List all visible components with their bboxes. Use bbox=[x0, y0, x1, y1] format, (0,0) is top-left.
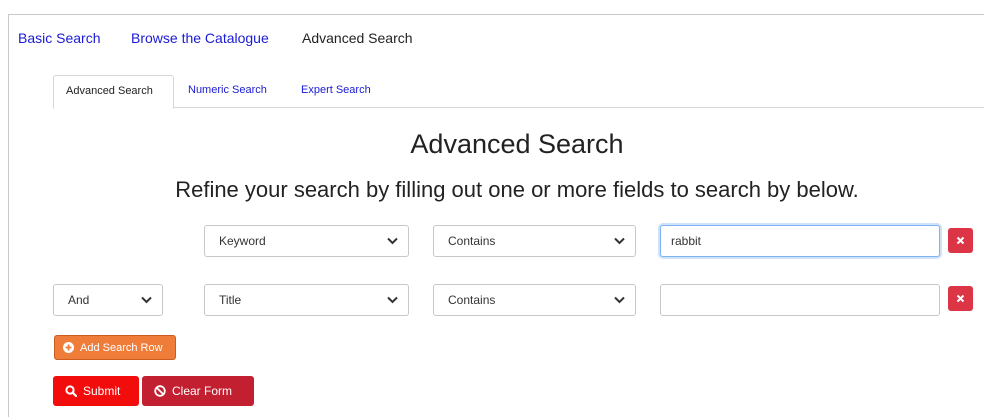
chevron-down-icon bbox=[387, 285, 398, 315]
add-search-row-label: Add Search Row bbox=[80, 341, 163, 354]
tab-advanced-search[interactable]: Advanced Search bbox=[53, 75, 174, 109]
search-icon bbox=[65, 385, 77, 397]
tab-expert-search[interactable]: Expert Search bbox=[289, 75, 383, 108]
nav-advanced-search-current: Advanced Search bbox=[302, 30, 413, 46]
row2-match-value: Contains bbox=[448, 293, 496, 307]
close-icon bbox=[956, 290, 965, 308]
page-subtitle: Refine your search by filling out one or… bbox=[175, 177, 859, 202]
chevron-down-icon bbox=[614, 226, 625, 256]
submit-label: Submit bbox=[83, 384, 121, 398]
plus-circle-icon bbox=[63, 342, 74, 353]
row1-match-value: Contains bbox=[448, 234, 496, 248]
row1-remove-button[interactable] bbox=[948, 228, 973, 253]
submit-button[interactable]: Submit bbox=[53, 376, 139, 406]
row1-value-input[interactable] bbox=[660, 225, 940, 257]
row2-field-select[interactable]: Title bbox=[204, 284, 409, 316]
row2-remove-button[interactable] bbox=[948, 286, 973, 311]
chevron-down-icon bbox=[387, 226, 398, 256]
chevron-down-icon bbox=[141, 285, 152, 315]
row2-match-select[interactable]: Contains bbox=[433, 284, 636, 316]
page-title: Advanced Search bbox=[410, 129, 624, 159]
chevron-down-icon bbox=[614, 285, 625, 315]
add-search-row-button[interactable]: Add Search Row bbox=[54, 335, 176, 360]
close-icon bbox=[956, 232, 965, 250]
row2-value-input[interactable] bbox=[660, 284, 940, 316]
search-tabs: Advanced Search Numeric Search Expert Se… bbox=[53, 75, 984, 109]
tab-numeric-search[interactable]: Numeric Search bbox=[176, 75, 279, 108]
nav-browse-catalogue-link[interactable]: Browse the Catalogue bbox=[131, 30, 269, 46]
row1-field-select[interactable]: Keyword bbox=[204, 225, 409, 257]
nav-basic-search-link[interactable]: Basic Search bbox=[18, 30, 100, 46]
row2-operator-value: And bbox=[68, 293, 90, 307]
row2-field-value: Title bbox=[219, 293, 242, 307]
row1-field-value: Keyword bbox=[219, 234, 266, 248]
clear-form-button[interactable]: Clear Form bbox=[142, 376, 254, 406]
row2-operator-select[interactable]: And bbox=[53, 284, 163, 316]
clear-form-label: Clear Form bbox=[172, 384, 233, 398]
row1-match-select[interactable]: Contains bbox=[433, 225, 636, 257]
ban-icon bbox=[154, 385, 166, 397]
